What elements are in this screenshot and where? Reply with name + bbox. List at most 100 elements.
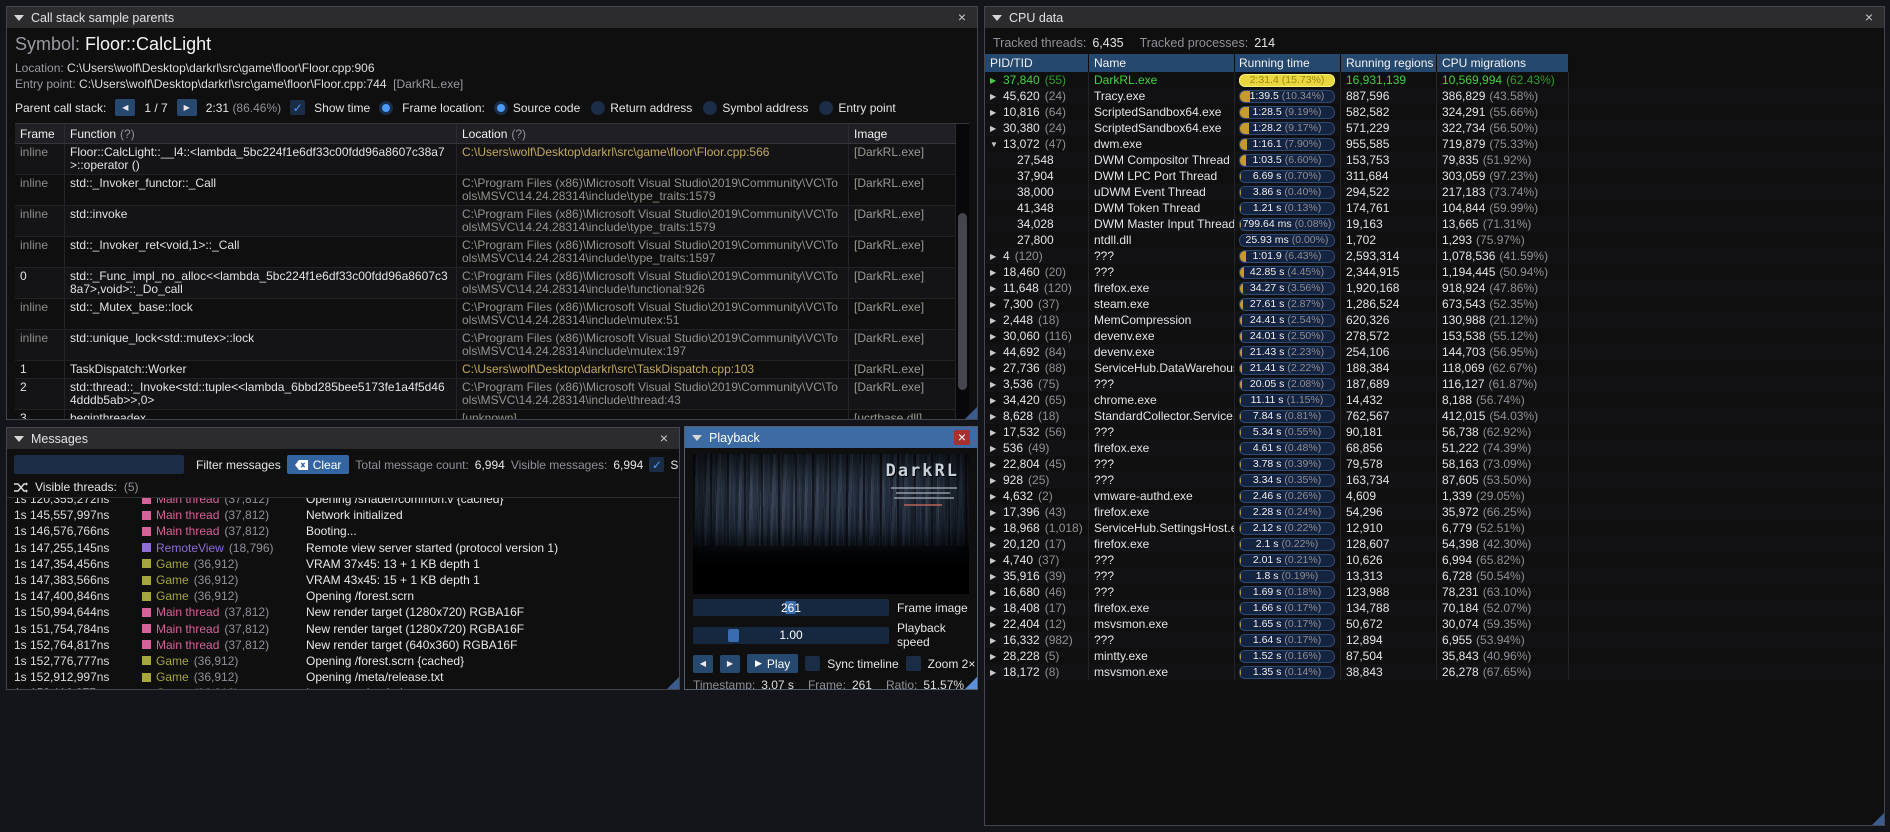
expand-arrow-icon[interactable]: ▶ [990, 76, 1003, 85]
cpu-process-row[interactable]: ▶ 10,816 (64) ScriptedSandbox64.exe 1:28… [985, 104, 1884, 120]
cpu-process-row[interactable]: ▶ 8,628 (18) StandardCollector.Service.e… [985, 408, 1884, 424]
cpu-process-row[interactable]: ▶ 3,536 (75) ??? 20.05 s (2.08%) 187,689 … [985, 376, 1884, 392]
next-parent-button[interactable]: ▶ [176, 99, 197, 116]
column-header-image[interactable]: Image [849, 124, 956, 143]
frame-row[interactable]: inline std::unique_lock<std::mutex>::loc… [15, 330, 956, 361]
cpu-process-row[interactable]: ▶ 30,060 (116) devenv.exe 24.01 s (2.50%)… [985, 328, 1884, 344]
radio-button[interactable] [703, 100, 718, 115]
column-header-location[interactable]: Location (?) [457, 124, 849, 143]
expand-arrow-icon[interactable]: ▶ [990, 588, 1003, 597]
collapse-triangle-icon[interactable] [14, 435, 24, 442]
cpu-process-row[interactable]: ▶ 44,692 (84) devenv.exe 21.43 s (2.23%) … [985, 344, 1884, 360]
cpu-process-row[interactable]: ▶ 22,404 (12) msvsmon.exe 1.65 s (0.17%) … [985, 616, 1884, 632]
column-header-frame[interactable]: Frame [15, 124, 65, 143]
expand-arrow-icon[interactable]: ▶ [990, 268, 1003, 277]
expand-arrow-icon[interactable]: ▶ [990, 652, 1003, 661]
cpu-process-row[interactable]: ▶ 4,740 (37) ??? 2.01 s (0.21%) 10,626 6,… [985, 552, 1884, 568]
show-time-checkbox[interactable]: ✓ [290, 100, 306, 115]
expand-arrow-icon[interactable]: ▶ [990, 604, 1003, 613]
message-row[interactable]: 1s 150,994,644ns Main thread (37,812) Ne… [14, 604, 672, 620]
playback-titlebar[interactable]: Playback × [685, 427, 977, 448]
frame-row[interactable]: 1 TaskDispatch::Worker C:\Users\wolf\Des… [15, 361, 956, 379]
column-header-running-time[interactable]: Running time [1235, 54, 1341, 72]
message-row[interactable]: 1s 145,557,997ns Main thread (37,812) Ne… [14, 507, 672, 523]
cpu-process-row[interactable]: ▶ 18,968 (1,018) ServiceHub.SettingsHost… [985, 520, 1884, 536]
column-header-function[interactable]: Function (?) [65, 124, 457, 143]
close-icon[interactable]: × [953, 430, 970, 445]
column-header-cpu-migrations[interactable]: CPU migrations [1437, 54, 1569, 72]
cpu-process-row[interactable]: 27,548 DWM Compositor Thread 1:03.5 (6.60… [985, 152, 1884, 168]
frame-row[interactable]: inline std::_Invoker_functor::_Call C:\P… [15, 175, 956, 206]
frame-row[interactable]: inline std::invoke C:\Program Files (x86… [15, 206, 956, 237]
cpu-process-row[interactable]: ▶ 4 (120) ??? 1:01.9 (6.43%) 2,593,314 1,… [985, 248, 1884, 264]
expand-arrow-icon[interactable]: ▶ [990, 108, 1003, 117]
cpu-process-row[interactable]: ▶ 28,228 (5) mintty.exe 1.52 s (0.16%) 87… [985, 648, 1884, 664]
clear-button[interactable]: Clear [286, 455, 350, 474]
expand-arrow-icon[interactable]: ▶ [990, 380, 1003, 389]
cpu-process-row[interactable]: 27,800 ntdll.dll 25.93 ms (0.00%) 1,702 1… [985, 232, 1884, 248]
cpu-process-row[interactable]: ▶ 34,420 (65) chrome.exe 11.11 s (1.15%) … [985, 392, 1884, 408]
column-header-pid-tid[interactable]: PID/TID [985, 54, 1089, 72]
cpu-process-row[interactable]: 41,348 DWM Token Thread 1.21 s (0.13%) 17… [985, 200, 1884, 216]
expand-arrow-icon[interactable]: ▶ [990, 508, 1003, 517]
message-row[interactable]: 1s 152,764,817ns Main thread (37,812) Ne… [14, 637, 672, 653]
cpu-process-row[interactable]: ▶ 4,632 (2) vmware-authd.exe 2.46 s (0.26… [985, 488, 1884, 504]
expand-arrow-icon[interactable]: ▶ [990, 252, 1003, 261]
playback-speed-slider[interactable]: 1.00 [693, 626, 889, 644]
radio-button[interactable] [493, 100, 508, 115]
message-row[interactable]: 1s 147,400,846ns Game (36,912) Opening /… [14, 588, 672, 604]
expand-arrow-icon[interactable]: ▶ [990, 412, 1003, 421]
expand-arrow-icon[interactable]: ▶ [990, 476, 1003, 485]
cpu-process-row[interactable]: ▶ 37,840 (55) DarkRL.exe 2:31.4 (15.73%) … [985, 72, 1884, 88]
visible-threads-label[interactable]: Visible threads: [35, 480, 117, 494]
message-row[interactable]: 1s 146,576,766ns Main thread (37,812) Bo… [14, 523, 672, 539]
cpu-process-row[interactable]: ▶ 20,120 (17) firefox.exe 2.1 s (0.22%) 1… [985, 536, 1884, 552]
cpu-process-row[interactable]: ▶ 17,396 (43) firefox.exe 2.28 s (0.24%) … [985, 504, 1884, 520]
message-row[interactable]: 1s 152,912,997ns Game (36,912) Opening /… [14, 669, 672, 685]
cpu-process-row[interactable]: ▼ 13,072 (47) dwm.exe 1:16.1 (7.90%) 955,… [985, 136, 1884, 152]
expand-arrow-icon[interactable]: ▶ [990, 124, 1003, 133]
expand-arrow-icon[interactable]: ▶ [990, 364, 1003, 373]
cpu-process-row[interactable]: ▶ 536 (49) firefox.exe 4.61 s (0.48%) 68,… [985, 440, 1884, 456]
clipped-checkbox[interactable]: ✓ [649, 457, 665, 472]
scrollbar[interactable] [956, 124, 969, 419]
collapse-triangle-icon[interactable] [692, 434, 702, 441]
frame-row[interactable]: 3 beginthreadex [unknown] [ucrtbase.dll] [15, 410, 956, 419]
radio-button[interactable] [591, 100, 606, 115]
messages-titlebar[interactable]: Messages × [7, 428, 679, 449]
cpu-data-titlebar[interactable]: CPU data × [985, 7, 1884, 28]
cpu-process-row[interactable]: 34,028 DWM Master Input Thread 799.64 ms… [985, 216, 1884, 232]
collapse-triangle-icon[interactable] [14, 14, 24, 21]
expand-arrow-icon[interactable]: ▶ [990, 572, 1003, 581]
message-row[interactable]: 1s 152,776,777ns Game (36,912) Opening /… [14, 653, 672, 669]
cpu-process-row[interactable]: ▶ 27,736 (88) ServiceHub.DataWarehouse 2… [985, 360, 1884, 376]
expand-arrow-icon[interactable]: ▶ [990, 428, 1003, 437]
expand-arrow-icon[interactable]: ▶ [990, 556, 1003, 565]
expand-arrow-icon[interactable]: ▶ [990, 540, 1003, 549]
close-icon[interactable]: × [656, 431, 672, 446]
cpu-process-row[interactable]: ▶ 18,172 (8) msvsmon.exe 1.35 s (0.14%) 3… [985, 664, 1884, 680]
cpu-process-row[interactable]: ▶ 18,460 (20) ??? 42.85 s (4.45%) 2,344,9… [985, 264, 1884, 280]
cpu-process-row[interactable]: ▶ 45,620 (24) Tracy.exe 1:39.5 (10.34%) 8… [985, 88, 1884, 104]
filter-input[interactable] [14, 455, 184, 474]
expand-arrow-icon[interactable]: ▶ [990, 332, 1003, 341]
cpu-process-row[interactable]: ▶ 928 (25) ??? 3.34 s (0.35%) 163,734 87,… [985, 472, 1884, 488]
expand-arrow-icon[interactable]: ▶ [990, 620, 1003, 629]
sync-timeline-checkbox[interactable] [805, 656, 821, 671]
column-header-running-regions[interactable]: Running regions [1341, 54, 1437, 72]
expand-arrow-icon[interactable]: ▶ [990, 460, 1003, 469]
radio-button[interactable] [819, 100, 834, 115]
close-icon[interactable]: × [1861, 10, 1877, 25]
collapse-triangle-icon[interactable] [992, 14, 1002, 21]
frame-row[interactable]: 0 std::_Func_impl_no_alloc<<lambda_5bc22… [15, 268, 956, 299]
message-row[interactable]: 1s 147,383,566ns Game (36,912) VRAM 43x4… [14, 572, 672, 588]
expand-arrow-icon[interactable]: ▶ [990, 636, 1003, 645]
cpu-process-row[interactable]: ▶ 11,648 (120) firefox.exe 34.27 s (3.56%… [985, 280, 1884, 296]
expand-arrow-icon[interactable]: ▶ [990, 668, 1003, 677]
expand-arrow-icon[interactable]: ▶ [990, 524, 1003, 533]
frame-row[interactable]: 2 std::thread::_Invoke<std::tuple<<lambd… [15, 379, 956, 410]
cpu-process-row[interactable]: ▶ 17,532 (56) ??? 5.34 s (0.55%) 90,181 5… [985, 424, 1884, 440]
cpu-process-row[interactable]: ▶ 16,332 (982) ??? 1.64 s (0.17%) 12,894 … [985, 632, 1884, 648]
frame-image-slider[interactable]: 261 [693, 599, 889, 616]
resize-grip[interactable] [965, 677, 977, 689]
